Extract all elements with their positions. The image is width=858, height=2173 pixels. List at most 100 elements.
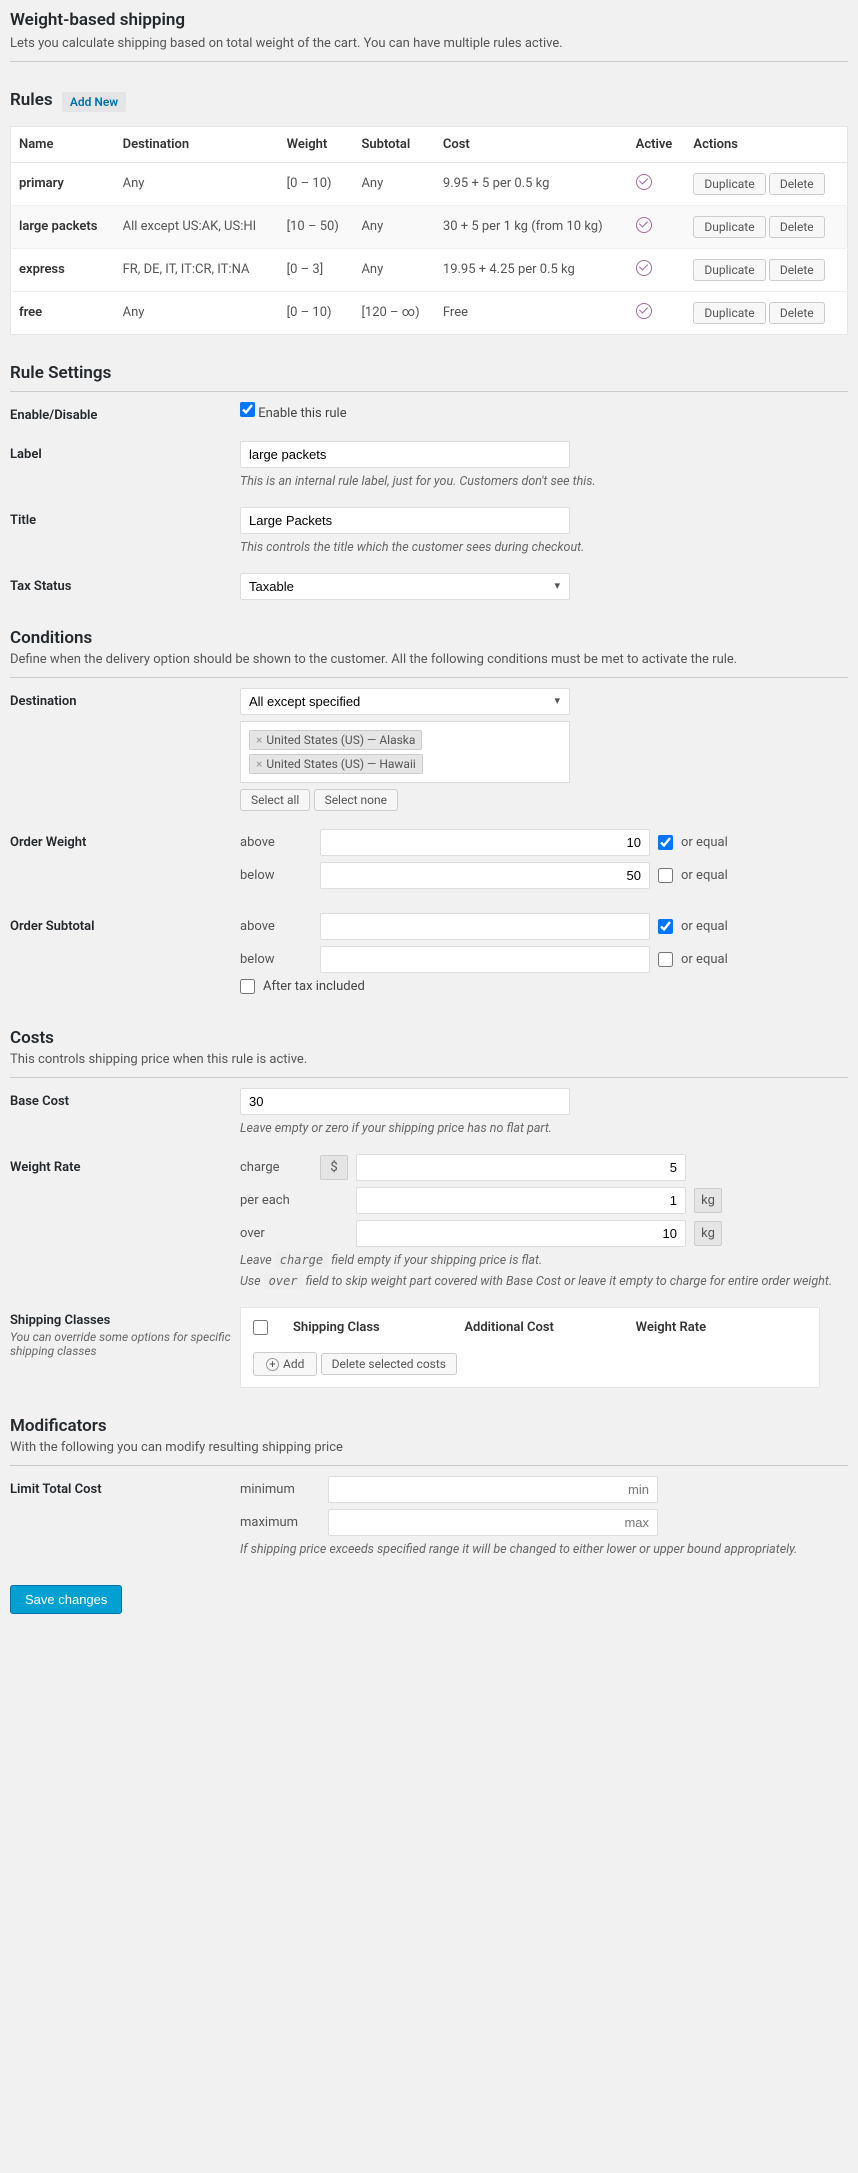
- divider: [10, 677, 848, 678]
- rule-name: primary: [11, 162, 115, 205]
- remove-tag-icon[interactable]: ×: [256, 733, 262, 747]
- dest-tag[interactable]: ×United States (US) — Hawaii: [249, 754, 423, 774]
- weight-rate-label: Weight Rate: [10, 1154, 240, 1175]
- page-title: Weight-based shipping: [10, 10, 848, 30]
- per-each-label: per each: [240, 1193, 312, 1208]
- delete-selected-button[interactable]: Delete selected costs: [321, 1353, 457, 1375]
- col-weight: Weight: [279, 126, 354, 162]
- remove-tag-icon[interactable]: ×: [256, 757, 262, 771]
- rule-subtotal: [120 – ∞): [353, 291, 434, 334]
- check-icon: [636, 260, 652, 276]
- rule-subtotal: Any: [353, 205, 434, 248]
- col-name: Name: [11, 126, 115, 162]
- col-active: Active: [628, 126, 686, 162]
- weight-below-oreq[interactable]: [658, 868, 673, 883]
- limit-help: If shipping price exceeds specified rang…: [240, 1542, 848, 1557]
- col-actions: Actions: [685, 126, 847, 162]
- tax-select[interactable]: [240, 573, 570, 600]
- over-input[interactable]: [356, 1220, 686, 1247]
- enable-checkbox[interactable]: [240, 402, 255, 417]
- duplicate-button[interactable]: Duplicate: [693, 259, 765, 281]
- per-each-input[interactable]: [356, 1187, 686, 1214]
- delete-button[interactable]: Delete: [769, 302, 825, 324]
- label-help: This is an internal rule label, just for…: [240, 474, 848, 489]
- conditions-desc: Define when the delivery option should b…: [10, 652, 848, 667]
- subtotal-above-input[interactable]: [320, 913, 650, 940]
- label-input[interactable]: [240, 441, 570, 468]
- add-new-button[interactable]: Add New: [62, 92, 126, 112]
- duplicate-button[interactable]: Duplicate: [693, 302, 765, 324]
- dest-label: Destination: [10, 688, 240, 709]
- col-subtotal: Subtotal: [353, 126, 434, 162]
- below-label: below: [240, 952, 312, 967]
- add-class-button[interactable]: +Add: [253, 1352, 317, 1376]
- table-row[interactable]: freeAny[0 – 10)[120 – ∞)FreeDuplicate De…: [11, 291, 848, 334]
- check-icon: [636, 174, 652, 190]
- rule-dest: FR, DE, IT, IT:CR, IT:NA: [115, 248, 279, 291]
- oreq-label: or equal: [681, 868, 728, 883]
- table-row[interactable]: large packetsAll except US:AK, US:HI[10 …: [11, 205, 848, 248]
- weight-below-input[interactable]: [320, 862, 650, 889]
- min-input[interactable]: [328, 1476, 658, 1503]
- costs-desc: This controls shipping price when this r…: [10, 1052, 848, 1067]
- select-none-button[interactable]: Select none: [314, 789, 398, 811]
- below-label: below: [240, 868, 312, 883]
- subtotal-below-oreq[interactable]: [658, 952, 673, 967]
- dest-multi-select[interactable]: ×United States (US) — Alaska ×United Sta…: [240, 721, 570, 783]
- enable-label: Enable/Disable: [10, 402, 240, 423]
- save-button[interactable]: Save changes: [10, 1585, 122, 1614]
- subtotal-below-input[interactable]: [320, 946, 650, 973]
- shipping-classes-label: Shipping Classes You can override some o…: [10, 1307, 240, 1358]
- col-dest: Destination: [115, 126, 279, 162]
- rule-active[interactable]: [628, 162, 686, 205]
- rule-cost: 9.95 + 5 per 0.5 kg: [435, 162, 628, 205]
- delete-button[interactable]: Delete: [769, 259, 825, 281]
- enable-text: Enable this rule: [258, 406, 346, 421]
- title-input[interactable]: [240, 507, 570, 534]
- table-row[interactable]: primaryAny[0 – 10)Any9.95 + 5 per 0.5 kg…: [11, 162, 848, 205]
- enable-checkbox-label[interactable]: Enable this rule: [240, 406, 347, 421]
- base-cost-label: Base Cost: [10, 1088, 240, 1109]
- after-tax-label: After tax included: [263, 979, 365, 994]
- dest-mode-select[interactable]: [240, 688, 570, 715]
- max-input[interactable]: [328, 1509, 658, 1536]
- duplicate-button[interactable]: Duplicate: [693, 173, 765, 195]
- rule-active[interactable]: [628, 291, 686, 334]
- weight-rate-help1: Leave charge field empty if your shippin…: [240, 1253, 848, 1268]
- sc-select-all-checkbox[interactable]: [253, 1320, 268, 1335]
- divider: [10, 1077, 848, 1078]
- title-label: Title: [10, 507, 240, 528]
- duplicate-button[interactable]: Duplicate: [693, 216, 765, 238]
- oreq-label: or equal: [681, 952, 728, 967]
- modificators-heading: Modificators: [10, 1416, 848, 1436]
- rule-active[interactable]: [628, 205, 686, 248]
- rule-settings-heading: Rule Settings: [10, 363, 848, 383]
- table-row[interactable]: expressFR, DE, IT, IT:CR, IT:NA[0 – 3]An…: [11, 248, 848, 291]
- delete-button[interactable]: Delete: [769, 173, 825, 195]
- select-all-button[interactable]: Select all: [240, 789, 310, 811]
- rule-cost: 19.95 + 4.25 per 0.5 kg: [435, 248, 628, 291]
- delete-button[interactable]: Delete: [769, 216, 825, 238]
- weight-above-oreq[interactable]: [658, 835, 673, 850]
- rule-weight: [0 – 10): [279, 162, 354, 205]
- weight-rate-help2: Use over field to skip weight part cover…: [240, 1274, 848, 1289]
- order-subtotal-label: Order Subtotal: [10, 913, 240, 934]
- rule-dest: All except US:AK, US:HI: [115, 205, 279, 248]
- rule-dest: Any: [115, 162, 279, 205]
- above-label: above: [240, 835, 312, 850]
- rule-cost: Free: [435, 291, 628, 334]
- check-icon: [636, 217, 652, 233]
- after-tax-checkbox[interactable]: [240, 979, 255, 994]
- rule-weight: [10 – 50): [279, 205, 354, 248]
- sc-col-class: Shipping Class: [293, 1320, 464, 1339]
- rule-weight: [0 – 10): [279, 291, 354, 334]
- base-cost-input[interactable]: [240, 1088, 570, 1115]
- kg-unit: kg: [694, 1188, 722, 1213]
- rule-active[interactable]: [628, 248, 686, 291]
- charge-input[interactable]: [356, 1154, 686, 1181]
- limit-label: Limit Total Cost: [10, 1476, 240, 1497]
- dest-tag[interactable]: ×United States (US) — Alaska: [249, 730, 422, 750]
- rule-name: free: [11, 291, 115, 334]
- weight-above-input[interactable]: [320, 829, 650, 856]
- subtotal-above-oreq[interactable]: [658, 919, 673, 934]
